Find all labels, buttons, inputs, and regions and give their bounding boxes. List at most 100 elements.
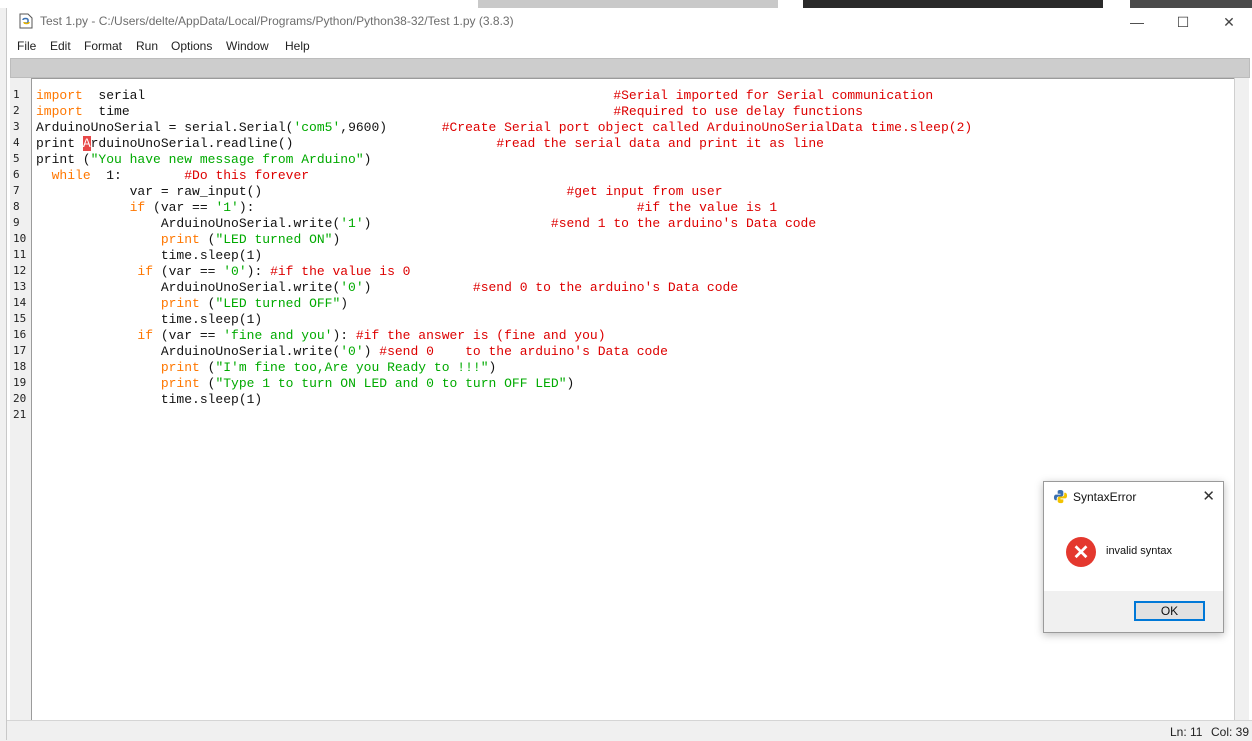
menu-help[interactable]: Help (285, 39, 310, 53)
line-number-gutter: 1 2 3 4 5 6 7 8 9 10 11 12 13 14 15 16 17 18 19 20 21 (10, 78, 32, 720)
dialog-close-button[interactable]: ✕ (1202, 487, 1215, 505)
code-line[interactable]: print ("You have new message from Arduin… (36, 152, 371, 168)
code-token: "You have new message from Arduino" (90, 152, 364, 167)
code-token: print (160, 376, 200, 391)
code-line[interactable]: print ("LED turned OFF") (36, 296, 348, 312)
code-token: print (160, 296, 200, 311)
code-token: (var == (145, 200, 216, 215)
code-token: '1' (340, 216, 364, 231)
code-token: ArduinoUnoSerial.write( (36, 280, 341, 295)
code-token: '0' (223, 264, 247, 279)
code-line[interactable]: ArduinoUnoSerial.write('0') #send 0 to t… (36, 280, 738, 296)
line-indicator: Ln: 11 (1170, 725, 1203, 739)
code-token: (var == (153, 264, 224, 279)
horizontal-scrollbar[interactable] (10, 58, 1250, 78)
code-line[interactable]: if (var == '0'): #if the value is 0 (36, 264, 410, 280)
code-line[interactable]: time.sleep(1) (36, 248, 262, 264)
code-token: ,9600) (340, 120, 442, 135)
menu-options[interactable]: Options (171, 39, 212, 53)
code-line[interactable]: if (var == '1'): #if the value is 1 (36, 200, 778, 216)
menu-format[interactable]: Format (84, 39, 122, 53)
code-token: ArduinoUnoSerial.write( (36, 216, 341, 231)
menu-edit[interactable]: Edit (50, 39, 71, 53)
code-line[interactable]: import serial #Serial imported for Seria… (36, 88, 933, 104)
error-icon: ✕ (1066, 537, 1096, 567)
code-line[interactable]: print ("I'm fine too,Are you Ready to !!… (36, 360, 496, 376)
code-token: #Required to use delay functions (613, 104, 863, 119)
code-token: time (82, 104, 130, 119)
code-token: time.sleep(1) (36, 392, 263, 407)
status-bar: Ln: 11 Col: 39 (7, 720, 1252, 741)
code-token: ( (199, 296, 216, 311)
idle-file-icon (19, 13, 33, 29)
python-icon (1053, 489, 1068, 504)
code-token: serial (82, 88, 146, 103)
code-token: #send 0 to the arduino's Data code (379, 344, 668, 359)
code-line[interactable]: while 1: #Do this forever (36, 168, 309, 184)
code-line[interactable]: time.sleep(1) (36, 392, 262, 408)
code-token: print (36, 136, 83, 151)
text-cursor: A (82, 136, 91, 151)
maximize-button[interactable]: ☐ (1160, 8, 1206, 36)
code-token: print ( (36, 152, 91, 167)
code-token: ) (488, 360, 497, 375)
code-token: rduinoUnoSerial.readline() (90, 136, 294, 151)
code-line[interactable]: if (var == 'fine and you'): #if the answ… (36, 328, 606, 344)
code-token: import (36, 88, 83, 103)
code-line[interactable]: ArduinoUnoSerial.write('1') #send 1 to t… (36, 216, 816, 232)
code-token: "LED turned ON" (215, 232, 333, 247)
menu-window[interactable]: Window (226, 39, 269, 53)
minimize-button[interactable]: — (1114, 8, 1160, 36)
close-window-button[interactable]: ✕ (1206, 8, 1252, 36)
code-token: "LED turned OFF" (215, 296, 341, 311)
code-token: #send 1 to the arduino's Data code (550, 216, 817, 231)
code-line[interactable]: ArduinoUnoSerial.write('0') #send 0 to t… (36, 344, 668, 360)
code-token: "I'm fine too,Are you Ready to !!!" (215, 360, 489, 375)
menu-file[interactable]: File (17, 39, 36, 53)
code-token: var = raw_input() (36, 184, 263, 199)
code-token: 'fine and you' (223, 328, 333, 343)
code-token: ) (363, 152, 372, 167)
window-title: Test 1.py - C:/Users/delte/AppData/Local… (40, 14, 514, 28)
code-line[interactable]: print ArduinoUnoSerial.readline() #read … (36, 136, 824, 152)
code-token: ArduinoUnoSerial.write( (36, 344, 341, 359)
code-token: ) (332, 232, 341, 247)
code-line[interactable]: import time #Required to use delay funct… (36, 104, 863, 120)
code-line[interactable]: var = raw_input() #get input from user (36, 184, 723, 200)
menu-run[interactable]: Run (136, 39, 158, 53)
code-token: if (137, 328, 154, 343)
code-token: #read the serial data and print it as li… (496, 136, 824, 151)
code-line[interactable]: ArduinoUnoSerial = serial.Serial('com5',… (36, 120, 972, 136)
code-token: if (129, 200, 146, 215)
ok-button[interactable]: OK (1134, 601, 1205, 621)
code-token: time.sleep(1) (36, 312, 263, 327)
column-indicator: Col: 39 (1211, 725, 1250, 739)
code-token: #get input from user (566, 184, 723, 199)
title-bar[interactable]: Test 1.py - C:/Users/delte/AppData/Local… (7, 8, 1252, 36)
code-token: ( (199, 232, 216, 247)
code-line[interactable]: time.sleep(1) (36, 312, 262, 328)
code-token: #Create Serial port object called Arduin… (441, 120, 973, 135)
code-token: ArduinoUnoSerial = serial.Serial( (36, 120, 294, 135)
syntax-error-dialog: SyntaxError ✕ ✕ invalid syntax OK (1043, 481, 1224, 633)
code-token: print (160, 232, 200, 247)
code-token: ) (566, 376, 575, 391)
vertical-scrollbar[interactable] (1234, 78, 1249, 720)
dialog-message: invalid syntax (1106, 545, 1173, 557)
code-line[interactable]: print ("LED turned ON") (36, 232, 340, 248)
code-token: 'com5' (293, 120, 341, 135)
code-line[interactable]: print ("Type 1 to turn ON LED and 0 to t… (36, 376, 575, 392)
dialog-title: SyntaxError (1073, 490, 1137, 504)
code-token: #if the answer is (fine and you) (355, 328, 606, 343)
code-token: #if the value is 1 (636, 200, 778, 215)
